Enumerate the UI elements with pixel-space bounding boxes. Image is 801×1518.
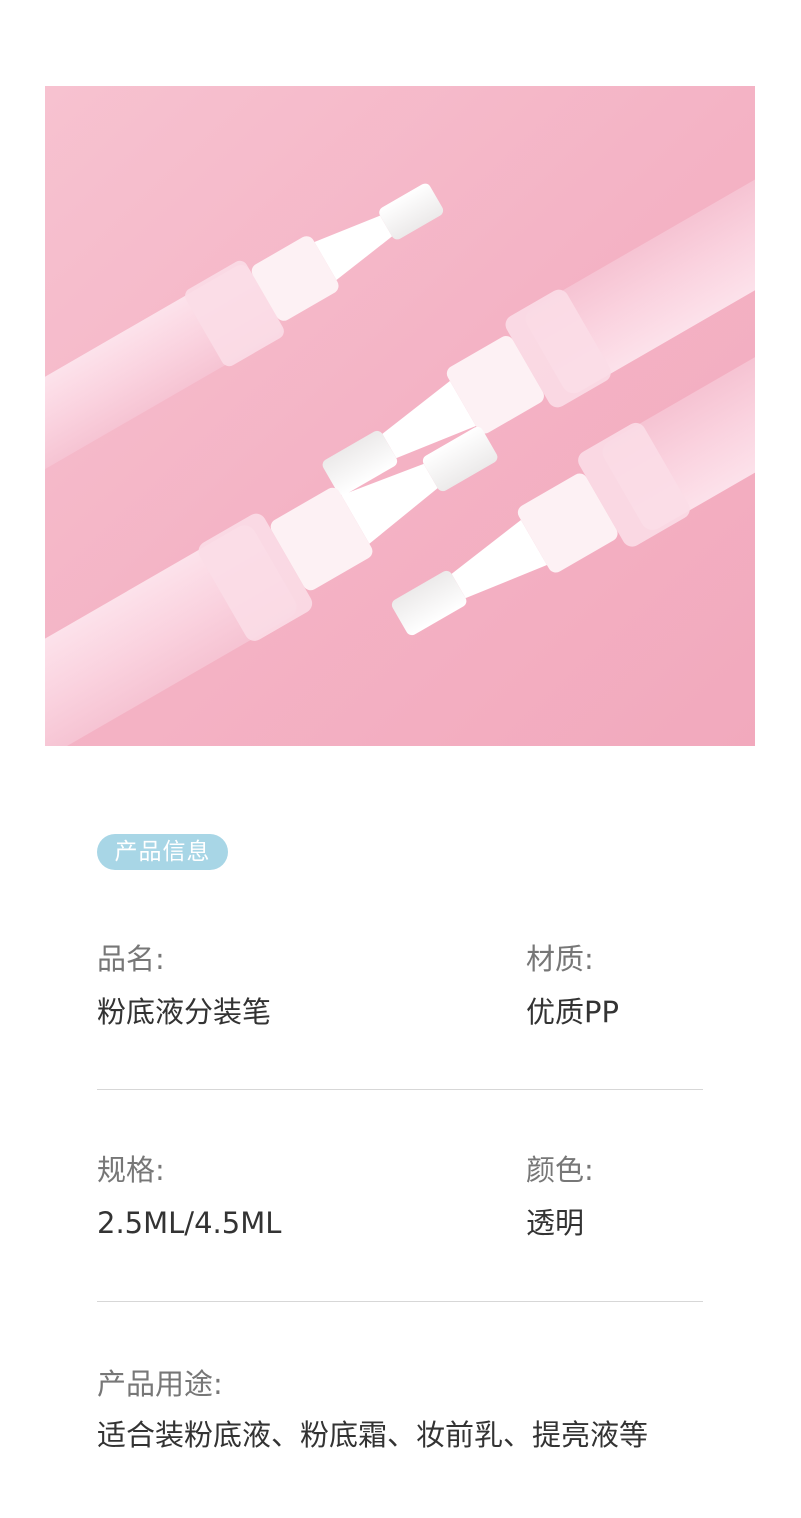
name-value: 粉底液分装笔	[97, 995, 272, 1029]
name-label: 品名:	[97, 942, 165, 976]
divider	[97, 1089, 703, 1090]
size-value: 2.5ML/4.5ML	[97, 1206, 282, 1240]
usage-label: 产品用途:	[97, 1367, 223, 1401]
product-photo	[45, 86, 755, 746]
material-value: 优质PP	[526, 995, 619, 1029]
material-label: 材质:	[526, 942, 594, 976]
divider	[97, 1301, 703, 1302]
color-value: 透明	[526, 1206, 585, 1240]
section-badge: 产品信息	[97, 834, 228, 870]
size-label: 规格:	[97, 1153, 165, 1187]
color-label: 颜色:	[526, 1153, 594, 1187]
usage-value: 适合装粉底液、粉底霜、妆前乳、提亮液等	[97, 1418, 649, 1452]
